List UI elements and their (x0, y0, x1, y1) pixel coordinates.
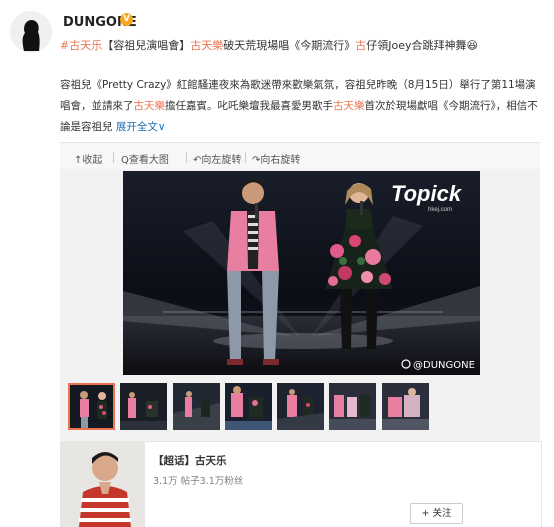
topic-title[interactable]: 【超话】古天乐 (153, 453, 227, 468)
headline-text: 仔領Joey合跳拜神舞 (366, 39, 467, 52)
svg-text:Topick: Topick (391, 181, 463, 206)
body-text: 擔任嘉賓。叱吒樂壇我最喜愛男歌手 (165, 100, 333, 112)
toolbar-divider (186, 152, 187, 163)
collapse-button[interactable]: ↑收起 (74, 151, 102, 166)
thumbnail-5[interactable] (277, 383, 324, 430)
post-body: 容祖兒《Pretty Crazy》紅館騷連夜來為歌迷帶來歡樂氣氛，容祖兒昨晚（8… (60, 75, 540, 138)
rotate-right-button[interactable]: ↷向右旋转 (252, 151, 300, 166)
topic-card: 【超话】古天乐 3.1万 帖子3.1万粉丝 + 关注 (60, 441, 542, 527)
toolbar-divider (245, 152, 246, 163)
topic-image[interactable] (61, 442, 145, 527)
topic-stats: 3.1万 帖子3.1万粉丝 (153, 476, 244, 487)
svg-text:hkej.com: hkej.com (428, 207, 452, 213)
body-link[interactable]: 古天樂 (333, 100, 365, 112)
thumbnail-6[interactable] (329, 383, 376, 430)
rotate-left-button[interactable]: ↶向左旋转 (193, 151, 241, 166)
headline-link[interactable]: 古 (355, 39, 366, 52)
expand-full-text-link[interactable]: ∨ (158, 121, 166, 133)
watermark: @DUNGONE (401, 359, 475, 371)
svg-text:@DUNGONE: @DUNGONE (413, 360, 475, 371)
headline-text: 【容祖兒演唱會】 (102, 39, 191, 52)
post-headline: #古天乐【容祖兒演唱會】古天樂破天荒現場唱《今期流行》古仔領Joey合跳拜神舞😆 (60, 37, 478, 53)
headline-link[interactable]: #古天乐 (60, 39, 102, 52)
headline-link[interactable]: 古天樂 (190, 39, 223, 52)
headline-text: 😆 (466, 39, 478, 52)
thumbnail-4[interactable] (225, 383, 272, 430)
media-toolbar: ↑收起 Q查看大图 ↶向左旋转 ↷向右旋转 (60, 142, 540, 170)
thumbnail-7[interactable] (382, 383, 429, 430)
author-avatar[interactable] (10, 11, 52, 53)
toolbar-divider (113, 152, 114, 163)
expand-full-text-link[interactable]: 展开全文 (116, 121, 158, 133)
view-large-button[interactable]: Q查看大图 (121, 151, 169, 166)
verified-badge-icon: V (120, 13, 133, 26)
headline-text: 破天荒現場唱《今期流行》 (223, 39, 356, 52)
follow-button[interactable]: + 关注 (410, 503, 463, 524)
thumbnail-3[interactable] (173, 383, 220, 430)
thumbnail-1[interactable] (68, 383, 115, 430)
avatar-silhouette-icon (10, 11, 52, 53)
concert-stage-image: Topick hkej.com @DUNGONE (123, 171, 480, 375)
thumbnail-2[interactable] (120, 383, 167, 430)
main-photo[interactable]: Topick hkej.com @DUNGONE (123, 171, 480, 375)
body-link[interactable]: 古天樂 (134, 100, 166, 112)
